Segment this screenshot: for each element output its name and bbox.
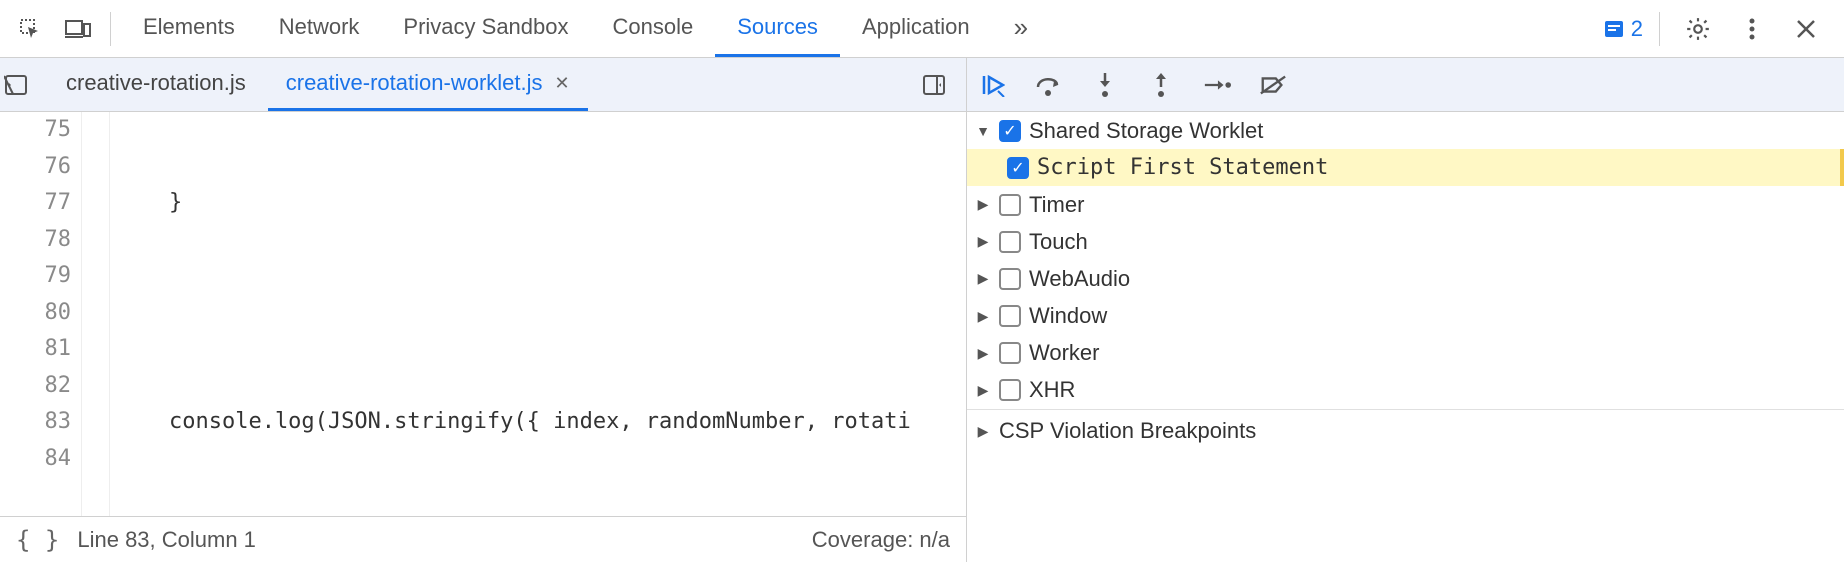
breakpoint-group-window[interactable]: ▶ Window [967, 297, 1844, 334]
code-editor[interactable]: 75 76 77 78 79 80 81 82 83 84 } console.… [0, 112, 966, 516]
checkbox-checked[interactable]: ✓ [999, 120, 1021, 142]
settings-icon[interactable] [1676, 7, 1720, 51]
file-tabs: creative-rotation.js creative-rotation-w… [0, 58, 967, 111]
breakpoints-pane: ▼ ✓ Shared Storage Worklet ✓ Script Firs… [967, 112, 1844, 562]
code-content: } console.log(JSON.stringify({ index, ra… [110, 112, 966, 516]
breakpoint-group-worker[interactable]: ▶ Worker [967, 335, 1844, 372]
checkbox-unchecked[interactable] [999, 379, 1021, 401]
step-icon[interactable] [1203, 71, 1231, 99]
file-tab-active[interactable]: creative-rotation-worklet.js ✕ [268, 58, 588, 111]
breakpoint-group-touch[interactable]: ▶ Touch [967, 223, 1844, 260]
content-row: 75 76 77 78 79 80 81 82 83 84 } console.… [0, 112, 1844, 562]
resume-icon[interactable] [979, 71, 1007, 99]
checkbox-checked[interactable]: ✓ [1007, 157, 1029, 179]
divider [1659, 12, 1660, 46]
file-tab-label: creative-rotation-worklet.js [286, 70, 543, 96]
top-right-controls: 2 [1603, 7, 1836, 51]
pretty-print-icon[interactable]: { } [16, 526, 59, 554]
chevron-right-icon: ▶ [975, 308, 991, 325]
checkbox-unchecked[interactable] [999, 268, 1021, 290]
inspect-icon[interactable] [8, 7, 52, 51]
chevron-right-icon: ▶ [975, 196, 991, 213]
navigator-toggle-icon[interactable] [4, 73, 44, 97]
tab-network[interactable]: Network [257, 0, 382, 57]
debugger-toggle-icon[interactable] [922, 73, 962, 97]
tab-application[interactable]: Application [840, 0, 992, 57]
chevron-down-icon: ▼ [975, 123, 991, 139]
device-toolbar-icon[interactable] [56, 7, 100, 51]
tab-elements[interactable]: Elements [121, 0, 257, 57]
cursor-position: Line 83, Column 1 [77, 527, 256, 553]
breakpoint-group-timer[interactable]: ▶ Timer [967, 186, 1844, 223]
issues-count: 2 [1631, 16, 1643, 42]
csp-violation-breakpoints[interactable]: ▶ CSP Violation Breakpoints [967, 409, 1844, 453]
coverage-status: Coverage: n/a [812, 527, 950, 553]
debugger-controls [967, 58, 1299, 111]
panel-tabs: Elements Network Privacy Sandbox Console… [121, 0, 1599, 57]
checkbox-unchecked[interactable] [999, 342, 1021, 364]
divider [110, 12, 111, 46]
close-tab-icon[interactable]: ✕ [555, 73, 570, 94]
step-out-icon[interactable] [1147, 71, 1175, 99]
tab-console[interactable]: Console [591, 0, 716, 57]
editor-status-bar: { } Line 83, Column 1 Coverage: n/a [0, 516, 966, 562]
checkbox-unchecked[interactable] [999, 305, 1021, 327]
breakpoint-group-shared-storage[interactable]: ▼ ✓ Shared Storage Worklet [967, 112, 1844, 149]
checkbox-unchecked[interactable] [999, 231, 1021, 253]
kebab-menu-icon[interactable] [1730, 7, 1774, 51]
chevron-right-icon: ▶ [975, 345, 991, 362]
file-tab-inactive[interactable]: creative-rotation.js [48, 58, 264, 111]
tab-more[interactable]: » [992, 0, 1050, 57]
devtools-top-bar: Elements Network Privacy Sandbox Console… [0, 0, 1844, 58]
issues-button[interactable]: 2 [1603, 16, 1643, 42]
chevron-right-icon: ▶ [975, 233, 991, 250]
chevron-right-icon: ▶ [975, 270, 991, 287]
chevron-right-icon: ▶ [975, 382, 991, 399]
file-tab-label: creative-rotation.js [66, 70, 246, 96]
checkbox-unchecked[interactable] [999, 194, 1021, 216]
close-icon[interactable] [1784, 7, 1828, 51]
chevron-right-icon: ▶ [975, 423, 991, 440]
breakpoint-group-xhr[interactable]: ▶ XHR [967, 372, 1844, 409]
editor-pane: 75 76 77 78 79 80 81 82 83 84 } console.… [0, 112, 967, 562]
sources-toolbar: creative-rotation.js creative-rotation-w… [0, 58, 1844, 112]
tab-sources[interactable]: Sources [715, 0, 840, 57]
tab-privacy-sandbox[interactable]: Privacy Sandbox [381, 0, 590, 57]
deactivate-breakpoints-icon[interactable] [1259, 71, 1287, 99]
step-into-icon[interactable] [1091, 71, 1119, 99]
step-over-icon[interactable] [1035, 71, 1063, 99]
breakpoint-group-webaudio[interactable]: ▶ WebAudio [967, 260, 1844, 297]
breakpoint-script-first-statement[interactable]: ✓ Script First Statement [967, 149, 1844, 186]
line-gutter: 75 76 77 78 79 80 81 82 83 84 [0, 112, 82, 516]
